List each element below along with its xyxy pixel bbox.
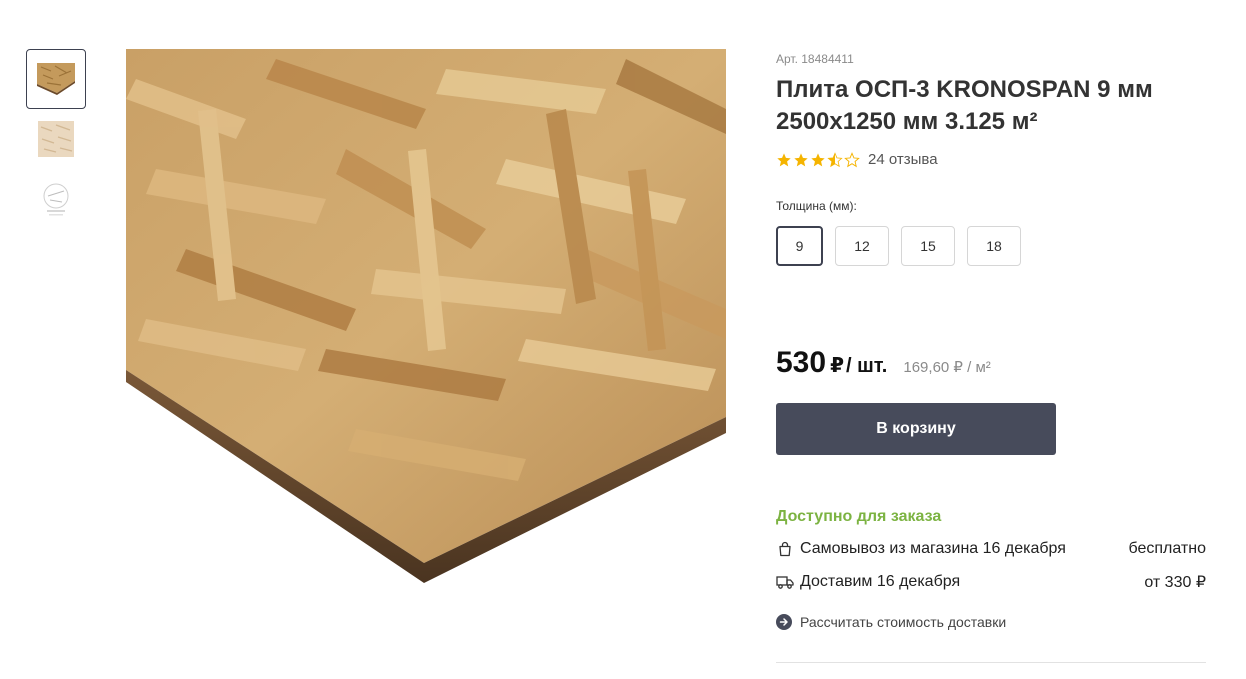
delivery-row: Доставим 16 декабря от 330 ₽ — [776, 572, 1206, 592]
star-full-icon — [794, 152, 808, 166]
product-sku: Арт. 18484411 — [776, 52, 854, 66]
price-unit: / шт. — [845, 355, 888, 377]
osb-surface-thumbnail — [38, 121, 74, 157]
thickness-option-15[interactable]: 15 — [901, 226, 955, 266]
product-rating[interactable]: 24 отзыва — [776, 151, 938, 168]
shopping-bag-icon — [776, 540, 794, 558]
thumbnail-3[interactable] — [26, 169, 86, 229]
star-full-icon — [777, 152, 791, 166]
add-to-cart-button[interactable]: В корзину — [776, 403, 1056, 455]
price-currency: ₽ — [830, 355, 844, 377]
thickness-label: Толщина (мм): — [776, 199, 857, 213]
star-empty-icon — [844, 151, 860, 167]
osb-board-thumbnail — [37, 63, 75, 95]
pickup-price: бесплатно — [1128, 540, 1207, 557]
thickness-option-9[interactable]: 9 — [776, 226, 823, 266]
pickup-label: Самовывоз из магазина 16 декабря — [800, 540, 1066, 557]
calculate-delivery-link[interactable]: Рассчитать стоимость доставки — [776, 614, 1006, 630]
reviews-link[interactable]: 24 отзыва — [868, 151, 938, 168]
price-value: 530 — [776, 346, 827, 379]
price-per-square-meter: 169,60 ₽ / м² — [903, 359, 991, 376]
divider — [776, 662, 1206, 663]
price-block: 530 ₽ / шт. 169,60 ₽ / м² — [776, 346, 991, 380]
osb-board-image — [126, 49, 726, 583]
product-title: Плита ОСП-3 KRONOSPAN 9 мм 2500x1250 мм … — [776, 76, 1153, 135]
product-main-image[interactable] — [126, 49, 726, 583]
thickness-selector: 9 12 15 18 — [776, 226, 1021, 266]
thumbnail-2[interactable] — [26, 109, 86, 169]
calculate-delivery-label: Рассчитать стоимость доставки — [800, 614, 1007, 630]
pickup-row: Самовывоз из магазина 16 декабря бесплат… — [776, 540, 1206, 558]
rating-stars — [776, 151, 860, 168]
delivery-price: от 330 ₽ — [1144, 574, 1206, 591]
star-half-icon — [827, 151, 843, 167]
thickness-option-12[interactable]: 12 — [835, 226, 889, 266]
delivery-label: Доставим 16 декабря — [800, 573, 961, 590]
thumbnail-list — [26, 49, 86, 229]
arrow-right-circle-icon — [776, 614, 792, 630]
product-diagram-thumbnail — [43, 183, 69, 216]
truck-icon — [776, 573, 794, 591]
thickness-option-18[interactable]: 18 — [967, 226, 1021, 266]
thumbnail-1[interactable] — [26, 49, 86, 109]
availability-status: Доступно для заказа — [776, 508, 942, 525]
star-full-icon — [811, 152, 825, 166]
